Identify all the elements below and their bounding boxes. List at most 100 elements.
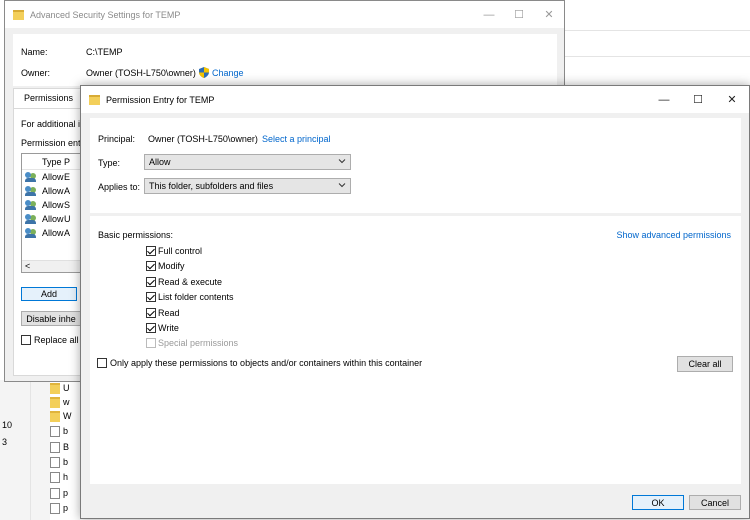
info-text: For additional in: [21, 119, 86, 129]
users-icon: [25, 172, 37, 182]
file-icon: [50, 441, 60, 453]
chevron-down-icon: [338, 183, 346, 188]
title-bar[interactable]: Advanced Security Settings for TEMP — ☐ …: [5, 1, 564, 28]
window-title: Advanced Security Settings for TEMP: [30, 9, 181, 20]
file-icon: [50, 425, 60, 437]
principal-label: Principal:: [98, 134, 136, 144]
maximize-icon: ☐: [693, 94, 703, 106]
list-header: Type P: [22, 154, 80, 170]
entries-label: Permission entri: [21, 138, 86, 148]
list-item[interactable]: b: [50, 455, 74, 469]
permission-special: Special permissions: [146, 337, 238, 349]
file-icon: [50, 456, 60, 468]
maximize-button[interactable]: ☐: [681, 86, 715, 113]
disable-inheritance-button[interactable]: Disable inhe: [21, 311, 81, 326]
principal-section: Principal: Owner (TOSH-L750\owner) Selec…: [90, 118, 741, 213]
permission-entry-window: Permission Entry for TEMP — ☐ ✕ Principa…: [80, 85, 750, 519]
permission-entry-body: Principal: Owner (TOSH-L750\owner) Selec…: [81, 113, 749, 518]
name-value: C:\TEMP: [86, 47, 123, 57]
list-folder-contents-checkbox[interactable]: [146, 292, 156, 302]
list-item[interactable]: h: [50, 470, 74, 484]
owner-label: Owner:: [21, 68, 51, 78]
maximize-icon: ☐: [514, 9, 524, 21]
minimize-icon: —: [483, 8, 495, 21]
file-icon: [50, 487, 60, 499]
minimize-button[interactable]: —: [647, 86, 681, 113]
list-item[interactable]: w: [50, 395, 74, 409]
modify-checkbox[interactable]: [146, 261, 156, 271]
close-button[interactable]: ✕: [534, 1, 564, 28]
permission-modify[interactable]: Modify: [146, 260, 185, 272]
column-header-principal[interactable]: P: [64, 157, 70, 167]
clear-all-button[interactable]: Clear all: [677, 356, 733, 372]
title-bar[interactable]: Permission Entry for TEMP — ☐ ✕: [81, 86, 749, 113]
write-checkbox[interactable]: [146, 323, 156, 333]
table-row[interactable]: Allow E: [22, 170, 80, 184]
principal-value: Owner (TOSH-L750\owner): [148, 134, 258, 144]
full-control-checkbox[interactable]: [146, 246, 156, 256]
folder-icon: [13, 9, 24, 20]
users-icon: [25, 200, 37, 210]
list-item[interactable]: p: [50, 501, 74, 515]
table-row[interactable]: Allow A: [22, 226, 80, 240]
add-button[interactable]: Add: [21, 287, 77, 301]
only-apply-checkbox[interactable]: [97, 358, 107, 368]
name-label: Name:: [21, 47, 48, 57]
basic-permissions-label: Basic permissions:: [98, 230, 174, 240]
rail-number: 10: [2, 420, 13, 430]
permission-full-control[interactable]: Full control: [146, 245, 202, 257]
horizontal-scrollbar[interactable]: <: [22, 260, 80, 272]
permission-entries-list[interactable]: Type P Allow E Allow A Allow S Allow U Allow…: [21, 153, 81, 273]
users-icon: [25, 186, 37, 196]
minimize-button[interactable]: —: [474, 1, 504, 28]
divider: [30, 380, 31, 520]
change-owner-link[interactable]: Change: [199, 67, 244, 78]
divider: [565, 30, 750, 31]
maximize-button[interactable]: ☐: [504, 1, 534, 28]
list-item[interactable]: p: [50, 486, 74, 500]
list-item[interactable]: U: [50, 381, 74, 395]
users-icon: [25, 214, 37, 224]
close-icon: ✕: [727, 94, 737, 106]
replace-checkbox[interactable]: [21, 335, 31, 345]
rail-number: 3: [2, 437, 8, 447]
list-item[interactable]: B: [50, 440, 74, 454]
cancel-button[interactable]: Cancel: [689, 495, 741, 510]
special-permissions-checkbox: [146, 338, 156, 348]
only-apply-option[interactable]: Only apply these permissions to objects …: [97, 358, 422, 368]
table-row[interactable]: Allow S: [22, 198, 80, 212]
permission-write[interactable]: Write: [146, 322, 179, 334]
close-icon: ✕: [544, 9, 554, 21]
close-button[interactable]: ✕: [715, 86, 749, 113]
minimize-icon: —: [658, 93, 670, 106]
folder-icon: [50, 396, 60, 408]
chevron-down-icon: [338, 159, 346, 164]
permission-read[interactable]: Read: [146, 307, 180, 319]
users-icon: [25, 228, 37, 238]
read-execute-checkbox[interactable]: [146, 277, 156, 287]
list-item[interactable]: W: [50, 409, 74, 423]
read-checkbox[interactable]: [146, 308, 156, 318]
tab-permissions[interactable]: Permissions: [13, 88, 85, 108]
list-item[interactable]: b: [50, 424, 74, 438]
applies-to-select[interactable]: This folder, subfolders and files: [144, 178, 351, 194]
divider: [565, 56, 750, 57]
navigation-rail: [0, 380, 50, 520]
folder-icon: [89, 94, 100, 105]
permissions-section: Basic permissions: Show advanced permiss…: [90, 216, 741, 484]
permission-list-folder-contents[interactable]: List folder contents: [146, 291, 234, 303]
ok-button[interactable]: OK: [632, 495, 684, 510]
scroll-left-button[interactable]: <: [25, 261, 30, 271]
show-advanced-permissions-link[interactable]: Show advanced permissions: [616, 230, 731, 240]
column-header-type[interactable]: Type: [42, 157, 64, 167]
file-icon: [50, 502, 60, 514]
uac-shield-icon: [199, 67, 209, 78]
applies-to-label: Applies to:: [98, 182, 141, 192]
table-row[interactable]: Allow U: [22, 212, 80, 226]
select-principal-link[interactable]: Select a principal: [262, 134, 331, 144]
table-row[interactable]: Allow A: [22, 184, 80, 198]
window-title: Permission Entry for TEMP: [106, 94, 215, 105]
object-header: Name: C:\TEMP Owner: Owner (TOSH-L750\ow…: [13, 34, 557, 86]
type-select[interactable]: Allow: [144, 154, 351, 170]
permission-read-execute[interactable]: Read & execute: [146, 276, 222, 288]
